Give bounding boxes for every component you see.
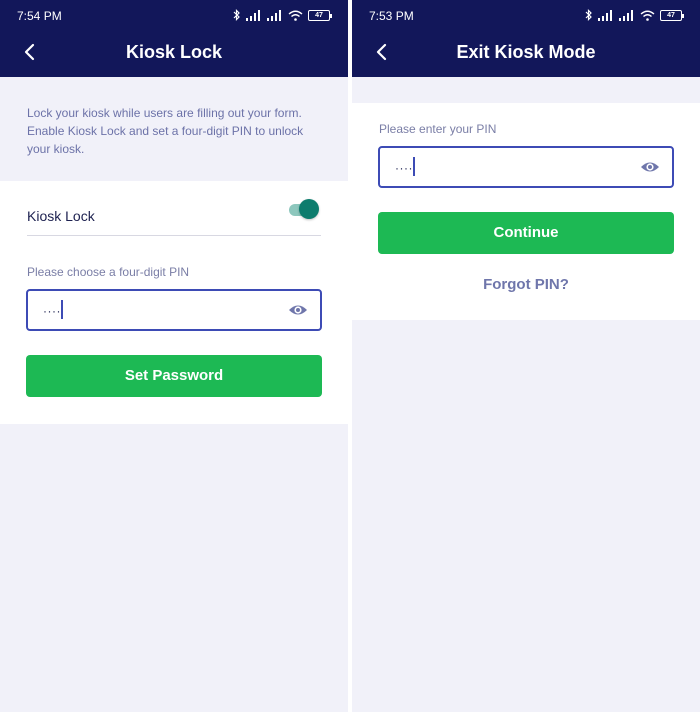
kiosk-lock-toggle[interactable] <box>289 199 319 219</box>
eye-icon[interactable] <box>288 302 308 318</box>
bluetooth-icon <box>233 9 240 21</box>
kiosk-lock-label: Kiosk Lock <box>27 208 95 224</box>
pin-input[interactable]: ···· <box>26 289 322 331</box>
wifi-icon <box>288 10 303 21</box>
kiosk-lock-description: Lock your kiosk while users are filling … <box>27 106 304 156</box>
signal-icon <box>267 9 281 21</box>
pin-input[interactable]: ···· <box>378 146 674 188</box>
text-caret <box>413 157 415 176</box>
exit-kiosk-screen: 7:53 PM 47 Exit Kiosk Mode Please enter … <box>352 0 700 712</box>
continue-button[interactable]: Continue <box>378 212 674 254</box>
battery-icon: 47 <box>308 9 332 21</box>
screens-container: 7:54 PM 47 Kiosk Lock Lock your kiosk wh… <box>0 0 700 712</box>
status-time: 7:53 PM <box>369 9 414 23</box>
pin-value: ···· <box>395 161 413 175</box>
forgot-pin-link[interactable]: Forgot PIN? <box>352 276 700 293</box>
bluetooth-icon <box>585 9 592 21</box>
kiosk-lock-row: Kiosk Lock <box>27 199 321 236</box>
set-password-button[interactable]: Set Password <box>26 355 322 397</box>
signal-icon <box>598 9 612 21</box>
pin-value: ···· <box>43 304 61 318</box>
app-header: 7:53 PM 47 Exit Kiosk Mode <box>352 0 700 77</box>
pin-field-label: Please choose a four-digit PIN <box>27 265 190 279</box>
kiosk-lock-screen: 7:54 PM 47 Kiosk Lock Lock your kiosk wh… <box>0 0 348 712</box>
divider <box>27 235 321 236</box>
eye-icon[interactable] <box>640 159 660 175</box>
page-title: Kiosk Lock <box>125 42 223 62</box>
status-icons: 47 <box>585 7 684 23</box>
wifi-icon <box>640 10 655 21</box>
page-title: Exit Kiosk Mode <box>456 42 596 62</box>
signal-icon <box>246 9 260 21</box>
toggle-thumb <box>299 199 319 219</box>
status-time: 7:54 PM <box>17 9 62 23</box>
battery-icon: 47 <box>660 9 684 21</box>
pin-field-label: Please enter your PIN <box>379 122 497 136</box>
signal-icon <box>619 9 633 21</box>
text-caret <box>61 300 63 319</box>
status-icons: 47 <box>233 7 332 23</box>
app-header: 7:54 PM 47 Kiosk Lock <box>0 0 348 77</box>
